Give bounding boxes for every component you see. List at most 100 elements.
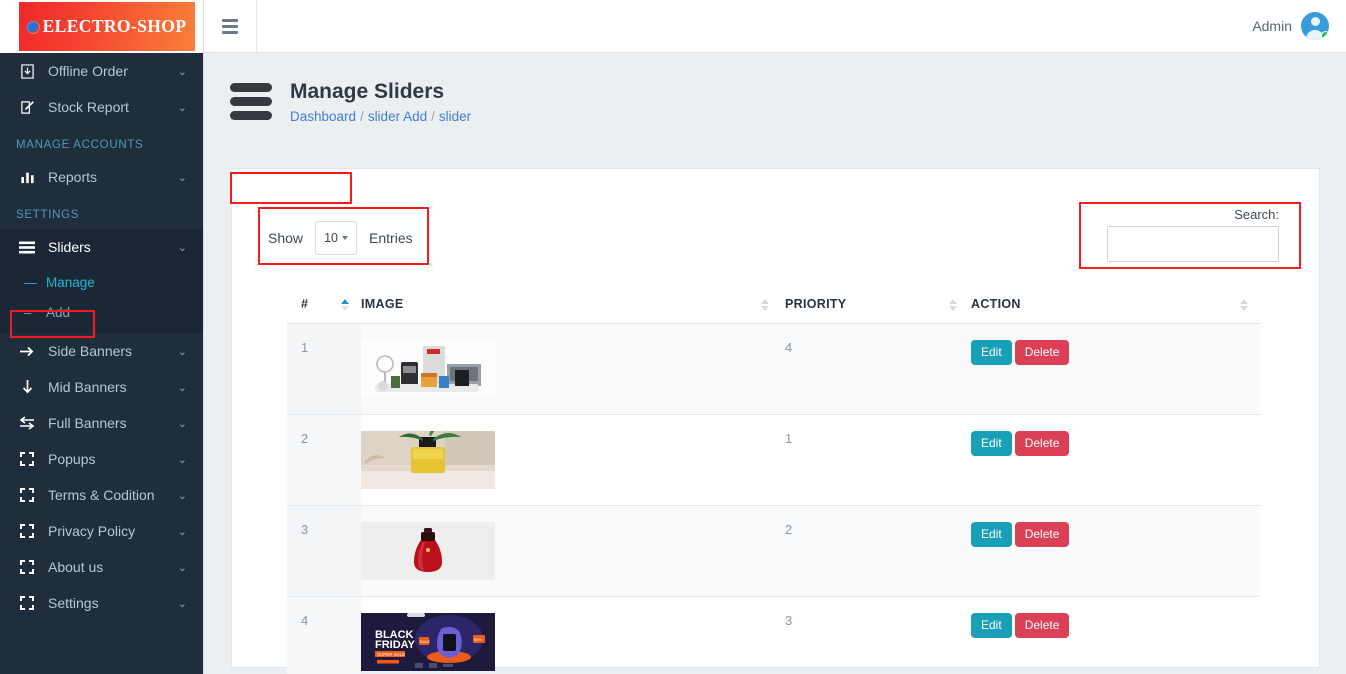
chevron-down-icon: ⌄ — [177, 525, 187, 538]
user-name-label: Admin — [1252, 18, 1292, 34]
column-header-image[interactable]: IMAGE — [361, 287, 781, 324]
stacked-bars-icon — [230, 83, 272, 121]
chevron-down-icon: ⌄ — [177, 171, 187, 184]
chevron-down-icon: ⌄ — [177, 417, 187, 430]
sidebar-item-terms-condition[interactable]: Terms & Codition ⌄ — [0, 477, 203, 513]
e-globe-icon — [26, 21, 40, 34]
column-label: PRIORITY — [785, 297, 847, 311]
row-priority: 4 — [781, 323, 969, 415]
sidebar-item-label: About us — [48, 559, 104, 575]
column-label: IMAGE — [361, 297, 404, 311]
sidebar-item-reports[interactable]: Reports ⌄ — [0, 159, 203, 195]
sliders-bars-icon — [16, 238, 38, 256]
chevron-down-icon — [341, 236, 348, 240]
sidebar-item-label: Offline Order — [48, 63, 128, 79]
page-length-select[interactable]: 10 — [315, 221, 358, 255]
row-index: 3 — [287, 505, 361, 597]
sidebar-item-privacy-policy[interactable]: Privacy Policy ⌄ — [0, 513, 203, 549]
expand-icon — [16, 522, 38, 540]
delete-button[interactable]: Delete — [1014, 340, 1070, 365]
expand-icon — [16, 486, 38, 504]
sidebar-item-label: Reports — [48, 169, 98, 185]
top-navbar: Admin — [204, 0, 1346, 53]
sidebar-item-side-banners[interactable]: Side Banners ⌄ — [0, 333, 203, 369]
row-index: 1 — [287, 323, 361, 415]
column-header-action[interactable]: ACTION — [969, 287, 1260, 324]
delete-button[interactable]: Delete — [1014, 431, 1070, 456]
column-header-index[interactable]: # — [287, 287, 361, 324]
sidebar-item-offline-order[interactable]: Offline Order ⌄ — [0, 53, 203, 89]
row-priority: 3 — [781, 596, 969, 674]
sidebar-subitem-add[interactable]: – Add — [0, 297, 203, 327]
brand-logo[interactable]: ELECTRO-SHOP — [0, 0, 203, 53]
sidebar-item-label: Terms & Codition — [48, 487, 155, 503]
sidebar-subitem-label: Add — [46, 304, 71, 320]
download-box-icon — [16, 62, 38, 80]
chevron-down-icon: ⌄ — [177, 101, 187, 114]
row-actions: Edit Delete — [230, 172, 1260, 415]
arrows-exchange-icon — [16, 414, 38, 432]
table-controls: Show 10 Entries Search: — [232, 169, 1319, 287]
edit-button[interactable]: Edit — [971, 613, 1012, 638]
edit-button[interactable]: Edit — [971, 522, 1012, 547]
svg-text:SUPER SALE: SUPER SALE — [377, 652, 405, 657]
row-image-cell: BLACK FRIDAY SUPER SALE SALE 50% — [361, 596, 781, 674]
breadcrumb-slider[interactable]: slider — [439, 109, 471, 124]
sidebar-subitem-manage[interactable]: — Manage — [0, 267, 203, 297]
arrow-down-icon — [16, 378, 38, 396]
sidebar: ELECTRO-SHOP Offline Order ⌄ Stock Repor… — [0, 0, 204, 674]
column-header-priority[interactable]: PRIORITY — [781, 287, 969, 324]
breadcrumb-slider-add[interactable]: slider Add — [368, 109, 427, 124]
sidebar-item-label: Settings — [48, 595, 99, 611]
page-header: Manage Sliders Dashboard / slider Add / slid… — [204, 53, 1346, 124]
sidebar-item-mid-banners[interactable]: Mid Banners ⌄ — [0, 369, 203, 405]
table-row: 2 1 Edit Delete — [287, 414, 1260, 506]
sidebar-item-about-us[interactable]: About us ⌄ — [0, 549, 203, 585]
slider-thumbnail[interactable] — [361, 522, 495, 580]
slider-thumbnail[interactable] — [361, 340, 495, 398]
sidebar-item-label: Full Banners — [48, 415, 127, 431]
dash-marker-icon: – — [24, 304, 32, 320]
bar-chart-icon — [16, 168, 38, 186]
sidebar-item-label: Privacy Policy — [48, 523, 136, 539]
online-status-dot — [1321, 31, 1329, 40]
sidebar-item-label: Mid Banners — [48, 379, 127, 395]
sidebar-item-full-banners[interactable]: Full Banners ⌄ — [0, 405, 203, 441]
table-row: 3 2 Edit Delete — [287, 505, 1260, 597]
table-header-row: # IMAGE PRIORITY ACTION — [287, 287, 1260, 324]
chevron-down-icon: ⌄ — [177, 561, 187, 574]
chevron-down-icon: ⌄ — [177, 453, 187, 466]
chevron-down-icon: ⌄ — [177, 241, 187, 254]
sort-arrows-icon — [341, 299, 349, 311]
brand-name: ELECTRO-SHOP — [42, 16, 187, 36]
edit-button[interactable]: Edit — [971, 431, 1012, 456]
sidebar-item-stock-report[interactable]: Stock Report ⌄ — [0, 89, 203, 125]
sliders-submenu: — Manage – Add — [0, 265, 203, 333]
sidebar-item-sliders[interactable]: Sliders ⌄ — [0, 229, 203, 265]
search-label: Search: — [1234, 207, 1279, 222]
row-image-cell — [361, 323, 781, 415]
hamburger-icon[interactable] — [204, 0, 257, 53]
topbar-user-area: Admin — [1252, 12, 1346, 40]
edit-button[interactable]: Edit — [971, 340, 1012, 365]
slider-thumbnail[interactable] — [361, 431, 495, 489]
row-actions: Edit Delete — [969, 596, 1260, 674]
delete-button[interactable]: Delete — [1014, 522, 1070, 547]
sidebar-item-popups[interactable]: Popups ⌄ — [0, 441, 203, 477]
entries-label: Entries — [369, 230, 413, 246]
user-avatar-icon[interactable] — [1301, 12, 1329, 40]
sidebar-section-settings: SETTINGS — [16, 209, 80, 221]
expand-icon — [16, 450, 38, 468]
sidebar-item-settings[interactable]: Settings ⌄ — [0, 585, 203, 621]
delete-button[interactable]: Delete — [1014, 613, 1070, 638]
page-length-control: Show 10 Entries — [268, 221, 413, 255]
slider-thumbnail[interactable]: BLACK FRIDAY SUPER SALE SALE 50% — [361, 613, 495, 671]
edit-square-icon — [16, 98, 38, 116]
search-input[interactable] — [1107, 226, 1279, 262]
main-content: Manage Sliders Dashboard / slider Add / slid… — [204, 53, 1346, 674]
sliders-table-card: Show 10 Entries Search: # IMAGE PRIORITY… — [230, 168, 1320, 674]
chevron-down-icon: ⌄ — [177, 65, 187, 78]
breadcrumb-separator: / — [360, 109, 364, 125]
sort-arrows-icon — [1240, 299, 1248, 311]
breadcrumb-dashboard[interactable]: Dashboard — [290, 109, 356, 124]
